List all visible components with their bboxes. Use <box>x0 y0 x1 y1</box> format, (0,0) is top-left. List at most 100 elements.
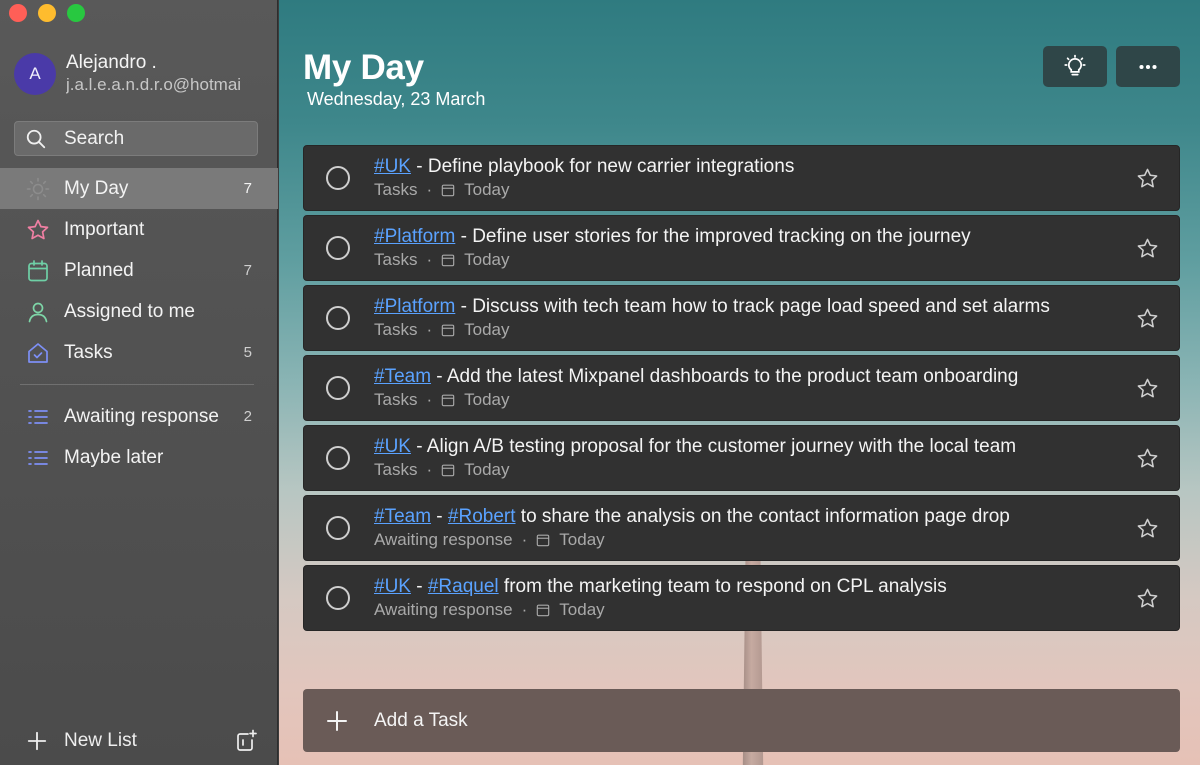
sidebar-item-maybe-later[interactable]: Maybe later <box>0 437 278 478</box>
task-title-text: - Discuss with tech team how to track pa… <box>455 296 1050 317</box>
sidebar-item-awaiting-response[interactable]: Awaiting response 2 <box>0 396 278 437</box>
hashtag-link[interactable]: #Robert <box>448 506 516 527</box>
task-complete-checkbox[interactable] <box>326 516 350 540</box>
calendar-icon <box>441 394 455 407</box>
hashtag-link[interactable]: #Platform <box>374 226 455 247</box>
account-name: Alejandro . <box>66 52 157 73</box>
sidebar-item-planned[interactable]: Planned 7 <box>0 250 278 291</box>
more-options-button[interactable] <box>1116 46 1180 87</box>
separator-dot: · <box>426 250 433 269</box>
close-window-button[interactable] <box>9 4 27 22</box>
search-box[interactable]: Search <box>14 121 258 156</box>
account-email: j.a.l.e.a.n.d.r.o@hotmai <box>66 75 242 94</box>
hashtag-link[interactable]: #UK <box>374 156 411 177</box>
task-title-text: - Define user stories for the improved t… <box>455 226 971 247</box>
account-header[interactable]: A Alejandro . j.a.l.e.a.n.d.r.o@hotmai <box>14 52 266 96</box>
task-title-text: - Add the latest Mixpanel dashboards to … <box>431 366 1019 387</box>
new-list-button[interactable]: New List <box>26 727 258 755</box>
hashtag-link[interactable]: #Team <box>374 366 431 387</box>
task-title: #Platform - Define user stories for the … <box>374 226 971 248</box>
hashtag-link[interactable]: #Raquel <box>428 576 499 597</box>
task-row[interactable]: #UK - Define playbook for new carrier in… <box>303 145 1180 211</box>
task-list-name: Tasks <box>374 460 418 479</box>
home-icon <box>28 342 48 363</box>
window-controls <box>9 4 85 22</box>
star-icon[interactable] <box>1136 447 1159 470</box>
task-title-text: - <box>431 506 448 527</box>
sidebar-item-assigned-to-me[interactable]: Assigned to me <box>0 291 278 332</box>
task-meta: Tasks · Today <box>374 390 510 410</box>
task-list-name: Tasks <box>374 390 418 409</box>
task-row[interactable]: #Platform - Discuss with tech team how t… <box>303 285 1180 351</box>
star-icon <box>27 219 49 239</box>
calendar-icon <box>537 604 550 617</box>
task-meta: Awaiting response · Today <box>374 530 605 550</box>
task-complete-checkbox[interactable] <box>326 586 350 610</box>
task-row[interactable]: #UK - #Raquel from the marketing team to… <box>303 565 1180 631</box>
task-row[interactable]: #Platform - Define user stories for the … <box>303 215 1180 281</box>
sidebar-item-label: My Day <box>64 177 129 199</box>
calendar-icon <box>28 259 48 281</box>
task-complete-checkbox[interactable] <box>326 306 350 330</box>
suggestions-button[interactable] <box>1043 46 1107 87</box>
sidebar-item-important[interactable]: Important <box>0 209 278 250</box>
calendar-icon <box>537 534 550 547</box>
new-group-icon[interactable] <box>234 729 258 753</box>
star-icon[interactable] <box>1136 377 1159 400</box>
separator-dot: · <box>426 180 433 199</box>
zoom-window-button[interactable] <box>67 4 85 22</box>
hashtag-link[interactable]: #Team <box>374 506 431 527</box>
task-title-text: - Align A/B testing proposal for the cus… <box>410 436 1017 457</box>
add-task-placeholder: Add a Task <box>374 709 468 731</box>
task-row[interactable]: #UK - Align A/B testing proposal for the… <box>303 425 1180 491</box>
sidebar-item-tasks[interactable]: Tasks 5 <box>0 332 278 373</box>
task-title: #UK - Define playbook for new carrier in… <box>374 156 794 178</box>
calendar-icon <box>441 324 455 337</box>
task-complete-checkbox[interactable] <box>326 376 350 400</box>
hashtag-link[interactable]: #UK <box>374 576 411 597</box>
task-due-date: Today <box>464 180 510 199</box>
hashtag-link[interactable]: #Platform <box>374 296 455 317</box>
task-complete-checkbox[interactable] <box>326 236 350 260</box>
list-icon <box>28 409 48 424</box>
task-row[interactable]: #Team - #Robert to share the analysis on… <box>303 495 1180 561</box>
task-list-name: Tasks <box>374 180 418 199</box>
sidebar-item-label: Tasks <box>64 341 113 363</box>
task-meta: Tasks · Today <box>374 460 510 480</box>
task-due-date: Today <box>464 390 510 409</box>
sidebar-item-my-day[interactable]: My Day 7 <box>0 168 278 209</box>
task-meta: Tasks · Today <box>374 320 510 340</box>
add-task-input[interactable]: Add a Task <box>303 689 1180 752</box>
calendar-icon <box>441 254 455 267</box>
task-title: #Platform - Discuss with tech team how t… <box>374 296 1050 318</box>
hashtag-link[interactable]: #UK <box>374 436 411 457</box>
sidebar-nav: My Day 7 Important Planned 7 Assigned to… <box>0 168 278 478</box>
star-icon[interactable] <box>1136 587 1159 610</box>
task-complete-checkbox[interactable] <box>326 446 350 470</box>
sun-icon <box>26 177 50 200</box>
task-title: #Team - Add the latest Mixpanel dashboar… <box>374 366 1018 388</box>
more-horizontal-icon <box>1139 64 1157 69</box>
task-row[interactable]: #Team - Add the latest Mixpanel dashboar… <box>303 355 1180 421</box>
page-date: Wednesday, 23 March <box>307 89 486 109</box>
sidebar-item-label: Awaiting response <box>64 405 219 427</box>
star-icon[interactable] <box>1136 237 1159 260</box>
sidebar-item-label: Maybe later <box>64 446 164 468</box>
sidebar: A Alejandro . j.a.l.e.a.n.d.r.o@hotmai S… <box>0 0 278 765</box>
task-list-name: Awaiting response <box>374 600 513 619</box>
star-icon[interactable] <box>1136 307 1159 330</box>
task-list-name: Tasks <box>374 320 418 339</box>
minimize-window-button[interactable] <box>38 4 56 22</box>
task-meta: Tasks · Today <box>374 250 510 270</box>
star-icon[interactable] <box>1136 517 1159 540</box>
task-list: #UK - Define playbook for new carrier in… <box>303 145 1180 635</box>
task-title-text: from the marketing team to respond on CP… <box>498 576 947 597</box>
task-complete-checkbox[interactable] <box>326 166 350 190</box>
avatar: A <box>14 53 56 95</box>
separator-dot: · <box>426 390 433 409</box>
task-title-text: - Define playbook for new carrier integr… <box>410 156 795 177</box>
star-icon[interactable] <box>1136 167 1159 190</box>
main-pane: My Day Wednesday, 23 March #UK - Define … <box>279 0 1200 765</box>
task-due-date: Today <box>464 320 510 339</box>
separator-dot: · <box>521 600 528 619</box>
